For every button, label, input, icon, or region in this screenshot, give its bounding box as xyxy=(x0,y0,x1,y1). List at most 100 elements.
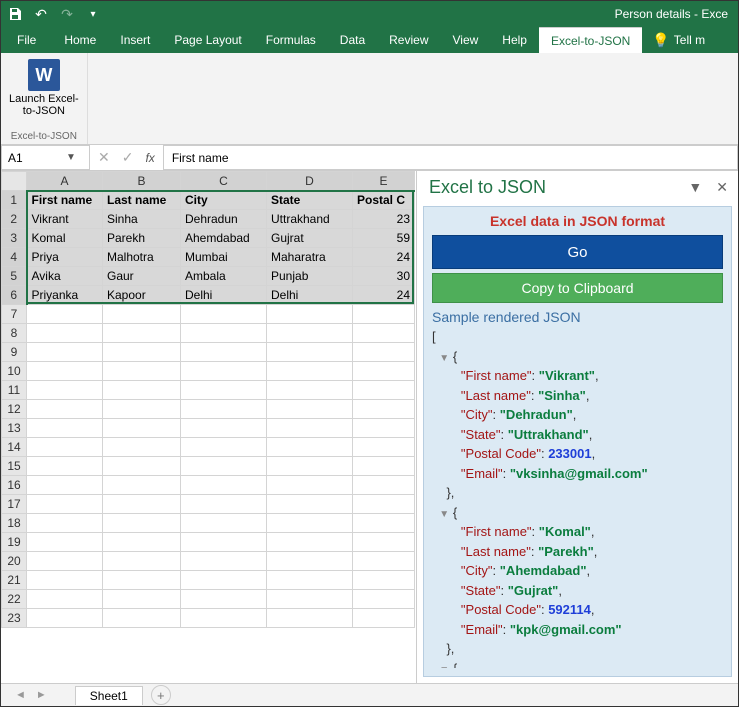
name-box[interactable]: ▼ xyxy=(1,145,90,170)
cell-B22[interactable] xyxy=(103,590,181,609)
spreadsheet[interactable]: ABCDE1First nameLast nameCityStatePostal… xyxy=(1,171,416,683)
cell-A15[interactable] xyxy=(27,457,103,476)
row-header-1[interactable]: 1 xyxy=(2,191,27,210)
qat-customize-icon[interactable]: ▾ xyxy=(85,6,101,22)
cell-E1[interactable]: Postal C xyxy=(353,191,415,210)
cell-A11[interactable] xyxy=(27,381,103,400)
row-header-15[interactable]: 15 xyxy=(2,457,27,476)
cell-D3[interactable]: Gujrat xyxy=(267,229,353,248)
cell-C21[interactable] xyxy=(181,571,267,590)
row-header-13[interactable]: 13 xyxy=(2,419,27,438)
cell-D5[interactable]: Punjab xyxy=(267,267,353,286)
cell-E20[interactable] xyxy=(353,552,415,571)
row-header-19[interactable]: 19 xyxy=(2,533,27,552)
cell-D7[interactable] xyxy=(267,305,353,324)
cell-B12[interactable] xyxy=(103,400,181,419)
cell-E11[interactable] xyxy=(353,381,415,400)
cell-C18[interactable] xyxy=(181,514,267,533)
cell-B1[interactable]: Last name xyxy=(103,191,181,210)
cell-B7[interactable] xyxy=(103,305,181,324)
cell-D2[interactable]: Uttrakhand xyxy=(267,210,353,229)
cell-E17[interactable] xyxy=(353,495,415,514)
cell-D16[interactable] xyxy=(267,476,353,495)
cell-E18[interactable] xyxy=(353,514,415,533)
cell-B16[interactable] xyxy=(103,476,181,495)
taskpane-close-icon[interactable]: ✕ xyxy=(716,179,728,196)
cell-B20[interactable] xyxy=(103,552,181,571)
cell-A2[interactable]: Vikrant xyxy=(27,210,103,229)
name-box-input[interactable] xyxy=(2,151,62,165)
formula-bar[interactable]: First name xyxy=(163,145,738,170)
cell-A4[interactable]: Priya xyxy=(27,248,103,267)
cell-E4[interactable]: 24 xyxy=(353,248,415,267)
cell-C1[interactable]: City xyxy=(181,191,267,210)
tab-file[interactable]: File xyxy=(1,27,52,53)
col-header-A[interactable]: A xyxy=(27,172,103,191)
cell-C5[interactable]: Ambala xyxy=(181,267,267,286)
cell-E21[interactable] xyxy=(353,571,415,590)
cell-A1[interactable]: First name xyxy=(27,191,103,210)
cell-D15[interactable] xyxy=(267,457,353,476)
cell-C14[interactable] xyxy=(181,438,267,457)
row-header-2[interactable]: 2 xyxy=(2,210,27,229)
cell-E12[interactable] xyxy=(353,400,415,419)
cell-A5[interactable]: Avika xyxy=(27,267,103,286)
go-button[interactable]: Go xyxy=(432,235,723,269)
cell-B10[interactable] xyxy=(103,362,181,381)
sheet-nav-prev-icon[interactable]: ◄ xyxy=(11,689,30,701)
row-header-7[interactable]: 7 xyxy=(2,305,27,324)
row-header-21[interactable]: 21 xyxy=(2,571,27,590)
col-header-C[interactable]: C xyxy=(181,172,267,191)
cell-A18[interactable] xyxy=(27,514,103,533)
row-header-22[interactable]: 22 xyxy=(2,590,27,609)
cell-B13[interactable] xyxy=(103,419,181,438)
row-header-5[interactable]: 5 xyxy=(2,267,27,286)
cell-E16[interactable] xyxy=(353,476,415,495)
cell-A19[interactable] xyxy=(27,533,103,552)
launch-excel-to-json-button[interactable]: W Launch Excel- to-JSON xyxy=(9,59,79,117)
cell-E13[interactable] xyxy=(353,419,415,438)
cell-E9[interactable] xyxy=(353,343,415,362)
cell-B17[interactable] xyxy=(103,495,181,514)
cell-A13[interactable] xyxy=(27,419,103,438)
tab-insert[interactable]: Insert xyxy=(108,27,162,53)
cell-C10[interactable] xyxy=(181,362,267,381)
cell-C11[interactable] xyxy=(181,381,267,400)
json-output[interactable]: [ ▼ { "First name": "Vikrant", "Last nam… xyxy=(432,327,723,668)
cell-B2[interactable]: Sinha xyxy=(103,210,181,229)
cell-C9[interactable] xyxy=(181,343,267,362)
row-header-3[interactable]: 3 xyxy=(2,229,27,248)
row-header-16[interactable]: 16 xyxy=(2,476,27,495)
cell-C7[interactable] xyxy=(181,305,267,324)
tell-me-label[interactable]: Tell m xyxy=(674,33,705,47)
cell-D12[interactable] xyxy=(267,400,353,419)
cell-C16[interactable] xyxy=(181,476,267,495)
cell-C15[interactable] xyxy=(181,457,267,476)
cell-C4[interactable]: Mumbai xyxy=(181,248,267,267)
row-header-4[interactable]: 4 xyxy=(2,248,27,267)
cell-B3[interactable]: Parekh xyxy=(103,229,181,248)
cell-C12[interactable] xyxy=(181,400,267,419)
fx-icon[interactable]: fx xyxy=(145,151,154,165)
cell-E23[interactable] xyxy=(353,609,415,628)
cell-E14[interactable] xyxy=(353,438,415,457)
cell-C23[interactable] xyxy=(181,609,267,628)
cell-D18[interactable] xyxy=(267,514,353,533)
cell-E8[interactable] xyxy=(353,324,415,343)
cell-B18[interactable] xyxy=(103,514,181,533)
cell-D1[interactable]: State xyxy=(267,191,353,210)
new-sheet-button[interactable]: + xyxy=(151,685,171,705)
cell-B8[interactable] xyxy=(103,324,181,343)
cell-A12[interactable] xyxy=(27,400,103,419)
row-header-12[interactable]: 12 xyxy=(2,400,27,419)
cell-B4[interactable]: Malhotra xyxy=(103,248,181,267)
cell-D17[interactable] xyxy=(267,495,353,514)
cell-A3[interactable]: Komal xyxy=(27,229,103,248)
col-header-B[interactable]: B xyxy=(103,172,181,191)
cell-A6[interactable]: Priyanka xyxy=(27,286,103,305)
tab-help[interactable]: Help xyxy=(490,27,539,53)
row-header-9[interactable]: 9 xyxy=(2,343,27,362)
col-header-D[interactable]: D xyxy=(267,172,353,191)
cell-A22[interactable] xyxy=(27,590,103,609)
cell-D8[interactable] xyxy=(267,324,353,343)
